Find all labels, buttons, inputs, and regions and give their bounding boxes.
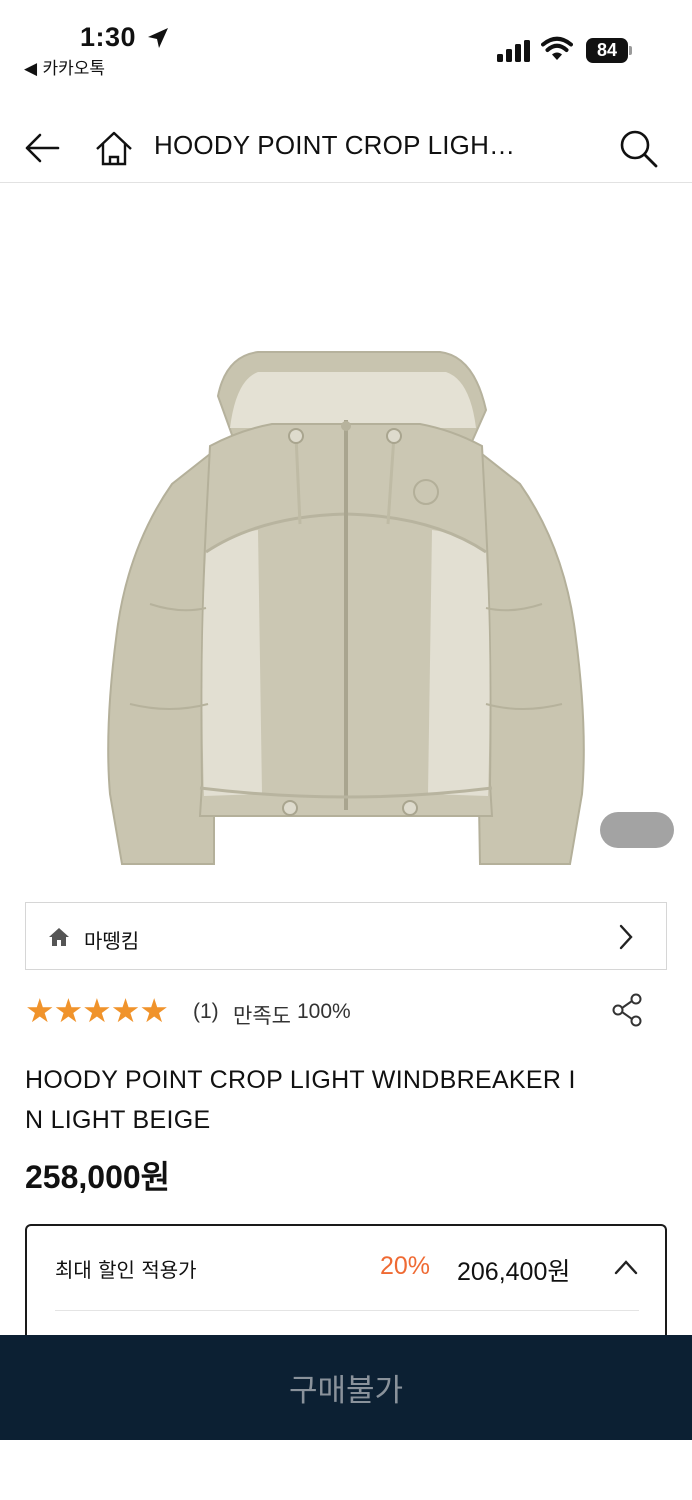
purchase-unavailable-button[interactable]: 구매불가 bbox=[0, 1335, 692, 1440]
product-price: 258,000원 bbox=[25, 1152, 170, 1198]
price-currency: 원 bbox=[140, 1158, 171, 1196]
back-to-app-link[interactable]: ◀ 카카오톡 bbox=[24, 54, 105, 79]
chevron-right-icon bbox=[619, 924, 633, 950]
product-image-carousel[interactable] bbox=[0, 184, 692, 880]
image-page-indicator bbox=[600, 812, 674, 848]
discount-divider bbox=[55, 1310, 639, 1311]
battery-indicator: 84 bbox=[586, 38, 632, 63]
review-count: (1) bbox=[193, 1000, 219, 1023]
wifi-icon bbox=[541, 36, 573, 60]
search-icon[interactable] bbox=[616, 126, 660, 170]
cellular-signal-icon bbox=[497, 40, 530, 62]
price-amount: 258,000 bbox=[25, 1159, 141, 1195]
discount-rate: 20% bbox=[380, 1252, 431, 1280]
chevron-up-icon[interactable] bbox=[613, 1258, 639, 1276]
share-icon[interactable] bbox=[609, 992, 645, 1028]
back-arrow-icon[interactable] bbox=[22, 128, 62, 168]
product-jacket-image bbox=[107, 351, 585, 865]
product-name: HOODY POINT CROP LIGHT WINDBREAKER IN LI… bbox=[25, 1066, 576, 1134]
satisfaction-value: 100% bbox=[297, 1000, 351, 1023]
battery-tip bbox=[629, 46, 632, 55]
top-nav-bar: HOODY POINT CROP LIGH… bbox=[0, 110, 692, 183]
location-arrow-icon bbox=[148, 28, 168, 48]
star-rating: ★★★★★ bbox=[25, 992, 169, 1029]
brand-home-icon bbox=[49, 928, 69, 946]
discount-label: 최대 할인 적용가 bbox=[55, 1258, 197, 1282]
status-time: 1:30 bbox=[80, 22, 137, 52]
battery-level: 84 bbox=[586, 38, 628, 63]
home-icon[interactable] bbox=[94, 128, 134, 168]
status-bar: 1:30 ◀ 카카오톡 84 bbox=[0, 0, 692, 92]
satisfaction-label: 만족도 bbox=[233, 1004, 291, 1028]
discount-price: 206,400원 bbox=[457, 1258, 571, 1286]
page-title: HOODY POINT CROP LIGH… bbox=[154, 130, 516, 160]
brand-name: 마뗑킴 bbox=[84, 929, 140, 953]
brand-shop-link[interactable]: 마뗑킴 bbox=[25, 902, 667, 970]
bottom-buy-bar: 구매불가 bbox=[0, 1335, 692, 1440]
rating-row[interactable]: ★★★★★ (1) 만족도 100% bbox=[25, 992, 665, 1032]
